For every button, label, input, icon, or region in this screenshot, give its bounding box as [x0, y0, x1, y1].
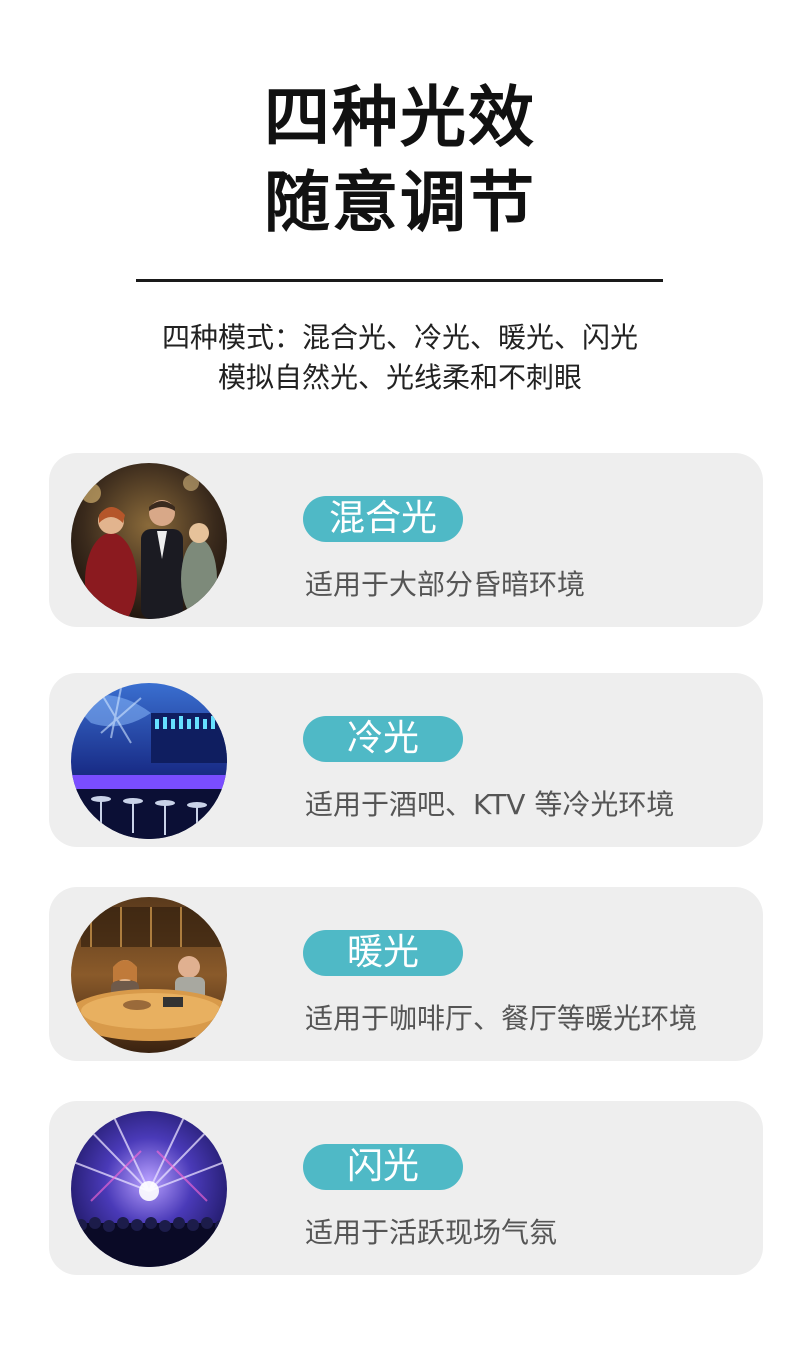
- mode-label-cool: 冷光: [303, 716, 463, 762]
- blue-bar-photo: [71, 683, 227, 839]
- mode-description-mixed: 适用于大部分昏暗环境: [305, 568, 586, 601]
- cafe-photo: [71, 897, 227, 1053]
- mode-card-warm: 暖光 适用于咖啡厅、餐厅等暖光环境: [49, 887, 763, 1061]
- mode-label-warm: 暖光: [303, 930, 463, 976]
- subtitle-line2: 模拟自然光、光线柔和不刺眼: [217, 361, 582, 394]
- subtitle-line1: 四种模式：混合光、冷光、暖光、闪光: [161, 321, 638, 354]
- mode-description-warm: 适用于咖啡厅、餐厅等暖光环境: [305, 1002, 698, 1035]
- mode-label-mixed: 混合光: [303, 496, 463, 542]
- mode-label-flash: 闪光: [303, 1144, 463, 1190]
- page-title-line1: 四种光效: [264, 79, 536, 156]
- page-title-line2: 随意调节: [264, 164, 536, 241]
- mode-card-mixed: 混合光 适用于大部分昏暗环境: [49, 453, 763, 627]
- mode-description-cool: 适用于酒吧、KTV 等冷光环境: [305, 788, 675, 821]
- mode-description-flash: 适用于活跃现场气氛: [305, 1216, 558, 1249]
- mode-card-cool: 冷光 适用于酒吧、KTV 等冷光环境: [49, 673, 763, 847]
- concert-stage-photo: [71, 1111, 227, 1267]
- mode-card-flash: 闪光 适用于活跃现场气氛: [49, 1101, 763, 1275]
- title-divider: [136, 279, 663, 282]
- party-people-photo: [71, 463, 227, 619]
